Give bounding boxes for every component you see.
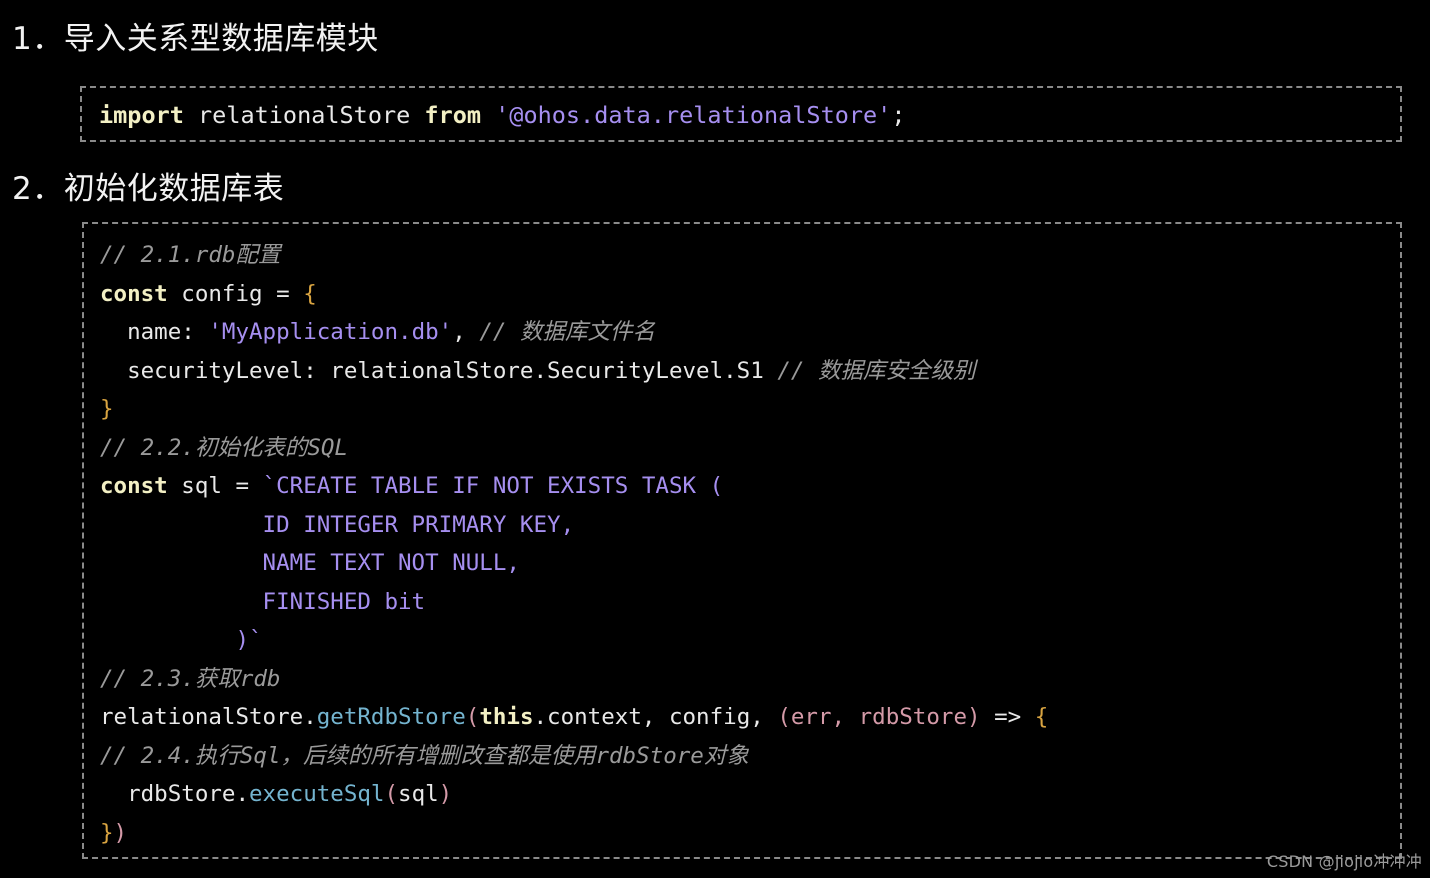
sql-template-line-1: `CREATE TABLE IF NOT EXISTS TASK ( (262, 473, 724, 499)
get-rdb-store-method: getRdbStore (316, 704, 466, 730)
this-keyword: this (479, 704, 534, 730)
open-paren: ( (465, 704, 480, 730)
comment-security-level: // 数据库安全级别 (777, 357, 976, 384)
comment-2-3: // 2.3.获取rdb (100, 665, 281, 692)
comment-db-filename: // 数据库文件名 (479, 319, 655, 345)
callback-close-brace: } (100, 819, 114, 846)
section-2-number: 2． (12, 171, 64, 207)
init-db-code-body: // 2.1.rdb配置 const config = { name: 'MyA… (100, 236, 1048, 852)
code-line: const config = { (100, 275, 1048, 314)
sql-declaration: sql = (167, 473, 263, 499)
comma: , (452, 319, 480, 345)
call-close-paren: ) (113, 819, 128, 846)
rdb-store-object: rdbStore. (100, 781, 250, 807)
code-line: // 2.1.rdb配置 (100, 236, 1048, 275)
name-property-value: 'MyApplication.db' (208, 319, 453, 345)
comment-2-2: // 2.2.初始化表的SQL (100, 434, 348, 461)
code-line: relationalStore.getRdbStore(this.context… (100, 698, 1048, 737)
code-line: NAME TEXT NOT NULL, (100, 544, 1048, 583)
relational-store-object: relationalStore. (100, 704, 317, 730)
open-brace: { (303, 280, 317, 307)
const-keyword: const (100, 473, 168, 499)
open-paren: ( (384, 781, 399, 807)
execute-sql-method: executeSql (249, 781, 385, 807)
slide-canvas: 1．导入关系型数据库模块 import relationalStore from… (0, 0, 1430, 878)
code-line: ID INTEGER PRIMARY KEY, (100, 506, 1048, 545)
import-keyword: import (99, 101, 184, 129)
config-declaration: config = (167, 280, 304, 307)
code-line: } (100, 390, 1048, 429)
sql-template-line-3: NAME TEXT NOT NULL, (100, 550, 520, 576)
code-line: }) (100, 814, 1048, 853)
close-brace: } (100, 396, 114, 422)
code-line: FINISHED bit (100, 583, 1048, 622)
sql-template-line-5: )` (100, 627, 263, 653)
code-line: // 2.3.获取rdb (100, 660, 1048, 699)
code-line: securityLevel: relationalStore.SecurityL… (100, 352, 1048, 391)
section-1-title: 导入关系型数据库模块 (63, 21, 379, 57)
code-line: name: 'MyApplication.db', // 数据库文件名 (100, 313, 1048, 352)
section-2-title: 初始化数据库表 (63, 171, 285, 207)
const-keyword: const (100, 280, 168, 307)
code-line: // 2.2.初始化表的SQL (100, 429, 1048, 468)
arrow-operator: => (980, 704, 1035, 730)
comment-2-4: // 2.4.执行Sql，后续的所有增删改查都是使用rdbStore对象 (100, 742, 749, 769)
code-line: const sql = `CREATE TABLE IF NOT EXISTS … (100, 467, 1048, 506)
import-string-literal: '@ohos.data.relationalStore' (481, 101, 892, 129)
sql-template-line-4: FINISHED bit (100, 588, 426, 615)
section-2-heading: 2．初始化数据库表 (12, 174, 284, 205)
callback-params: (err, rdbStore) (777, 704, 981, 730)
security-level-property: securityLevel: relationalStore.SecurityL… (100, 357, 778, 384)
execute-sql-arg: sql (398, 781, 439, 807)
code-line: // 2.4.执行Sql，后续的所有增删改查都是使用rdbStore对象 (100, 737, 1048, 776)
section-1-number: 1． (12, 21, 64, 57)
watermark: CSDN @jiojio冲冲冲 (1266, 852, 1422, 871)
sql-template-line-2: ID INTEGER PRIMARY KEY, (100, 511, 575, 538)
import-code-box: import relationalStore from '@ohos.data.… (80, 86, 1402, 142)
import-semicolon: ; (891, 101, 906, 129)
section-1-heading: 1．导入关系型数据库模块 (12, 24, 379, 55)
close-paren: ) (438, 781, 453, 807)
name-property-key: name: (100, 319, 209, 345)
code-line: rdbStore.executeSql(sql) (100, 775, 1048, 814)
import-module-name: relationalStore (183, 101, 425, 129)
init-db-code-box: // 2.1.rdb配置 const config = { name: 'MyA… (82, 222, 1402, 859)
from-keyword: from (424, 101, 482, 129)
import-code-line: import relationalStore from '@ohos.data.… (99, 94, 905, 136)
comment-2-1: // 2.1.rdb配置 (100, 242, 281, 268)
code-line: )` (100, 621, 1048, 660)
get-rdb-store-args: .context, config, (533, 704, 778, 730)
callback-open-brace: { (1034, 704, 1049, 730)
